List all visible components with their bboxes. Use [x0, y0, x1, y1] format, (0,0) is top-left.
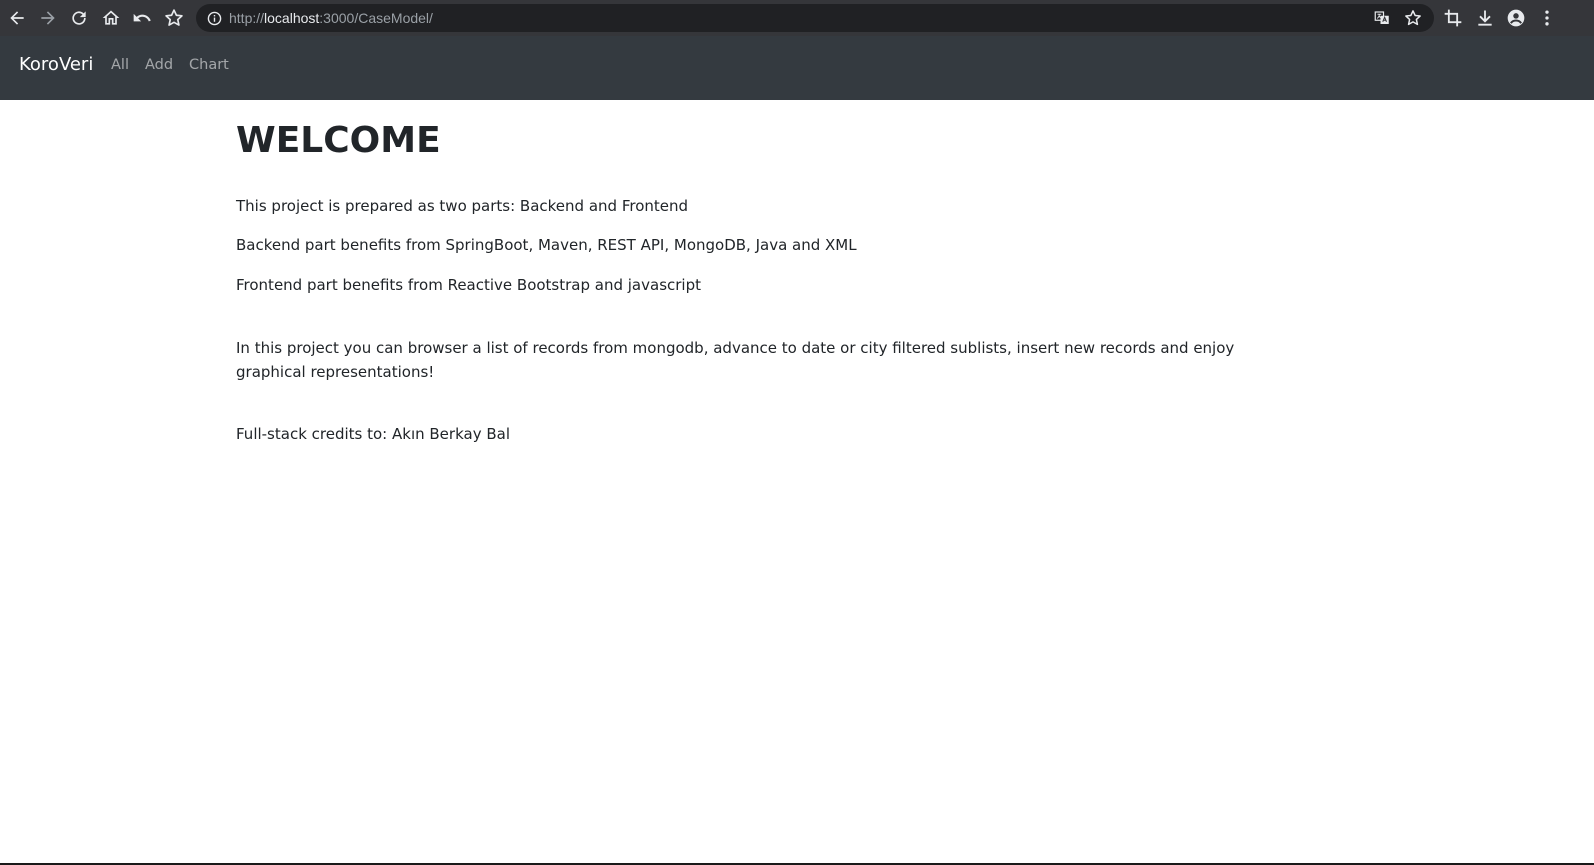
nav-link-add[interactable]: Add — [145, 55, 173, 75]
address-bar[interactable]: http://localhost:3000/CaseModel/ — [196, 4, 1434, 32]
info-icon[interactable] — [206, 10, 222, 26]
nav-link-chart[interactable]: Chart — [189, 55, 229, 75]
bookmark-star-icon[interactable] — [1403, 8, 1423, 28]
page-title: WELCOME — [236, 120, 441, 161]
browser-toolbar: http://localhost:3000/CaseModel/ — [0, 0, 1594, 36]
intro-paragraph: This project is prepared as two parts: B… — [236, 197, 689, 215]
features-paragraph: In this project you can browser a list o… — [236, 339, 1235, 381]
star-icon[interactable] — [162, 6, 186, 30]
undo-icon[interactable] — [130, 6, 154, 30]
reload-icon[interactable] — [67, 6, 91, 30]
forward-arrow-icon[interactable] — [36, 6, 60, 30]
translate-icon[interactable] — [1372, 8, 1392, 28]
url-scheme: http:// — [229, 10, 265, 26]
backend-paragraph: Backend part benefits from SpringBoot, M… — [236, 236, 857, 254]
navbar-brand[interactable]: KoroVeri — [19, 53, 93, 77]
home-icon[interactable] — [99, 6, 123, 30]
kebab-menu-icon[interactable] — [1535, 6, 1559, 30]
url-path: :3000/CaseModel/ — [319, 10, 433, 26]
back-arrow-icon[interactable] — [5, 6, 29, 30]
download-icon[interactable] — [1473, 6, 1497, 30]
account-icon[interactable] — [1504, 6, 1528, 30]
url-text: http://localhost:3000/CaseModel/ — [229, 10, 433, 26]
nav-link-all[interactable]: All — [111, 55, 129, 75]
url-host: localhost — [264, 10, 320, 26]
crop-icon[interactable] — [1441, 6, 1465, 30]
app-navbar: KoroVeri All Add Chart — [0, 36, 1594, 100]
frontend-paragraph: Frontend part benefits from Reactive Boo… — [236, 276, 701, 294]
credits-paragraph: Full-stack credits to: Akın Berkay Bal — [236, 425, 510, 443]
